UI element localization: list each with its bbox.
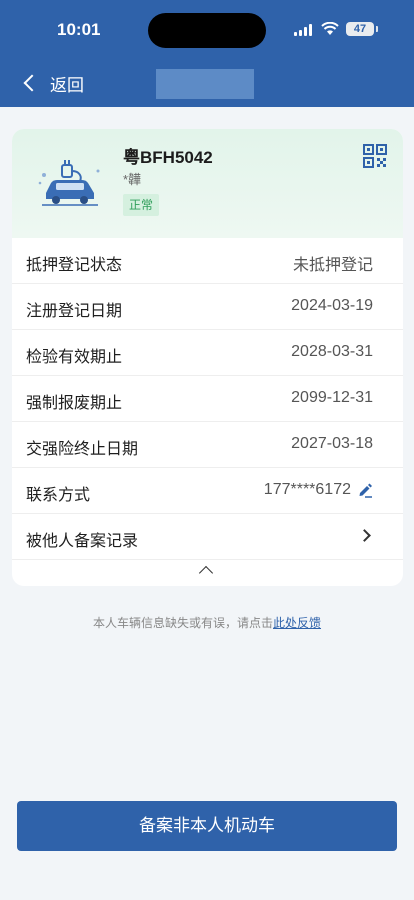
feedback-link[interactable]: 此处反馈 <box>273 616 321 630</box>
detail-value: 2099-12-31 <box>291 389 373 406</box>
feedback-note: 本人车辆信息缺失或有误，请点击此处反馈 <box>0 614 414 631</box>
car-illustration-icon <box>38 160 100 206</box>
detail-value: 2028-03-31 <box>291 343 373 360</box>
detail-value: 2027-03-18 <box>291 435 373 452</box>
back-chevron-icon <box>23 74 41 92</box>
detail-row-registration-date: 注册登记日期 2024-03-19 <box>12 284 403 330</box>
detail-row-records[interactable]: 被他人备案记录 <box>12 514 403 560</box>
detail-value: 2024-03-19 <box>291 297 373 314</box>
contact-phone: 177****6172 <box>263 481 351 498</box>
feedback-text: 本人车辆信息缺失或有误，请点击 <box>92 616 273 630</box>
wifi-icon <box>321 22 339 35</box>
vehicle-header: 粤BFH5042 *韡 正常 <box>12 129 403 238</box>
chevron-right-icon <box>358 529 371 542</box>
battery-icon: 47 <box>346 22 374 36</box>
nav-title-redacted <box>156 69 254 99</box>
detail-label: 被他人备案记录 <box>26 533 139 550</box>
status-bar: 10:01 47 <box>0 0 414 60</box>
plate-number: 粤BFH5042 <box>123 148 213 167</box>
vehicle-card: 粤BFH5042 *韡 正常 抵押登记状态 未抵押登记 注册登记日期 2024-… <box>12 129 403 586</box>
detail-row-mortgage: 抵押登记状态 未抵押登记 <box>12 238 403 284</box>
detail-row-inspection-expiry: 检验有效期止 2028-03-31 <box>12 330 403 376</box>
detail-row-insurance-expiry: 交强险终止日期 2027-03-18 <box>12 422 403 468</box>
detail-label: 强制报废期止 <box>26 395 123 412</box>
qr-code-icon[interactable] <box>363 144 387 168</box>
signal-icon <box>294 24 314 36</box>
chevron-up-icon[interactable] <box>198 565 214 581</box>
owner-name: *韡 <box>123 172 142 187</box>
battery-tip <box>376 26 378 32</box>
header: 10:01 47 返回 <box>0 0 414 107</box>
detail-row-scrap-deadline: 强制报废期止 2099-12-31 <box>12 376 403 422</box>
register-other-vehicle-button[interactable]: 备案非本人机动车 <box>17 801 397 851</box>
detail-row-contact[interactable]: 联系方式 177****6172 <box>12 468 403 514</box>
status-badge: 正常 <box>123 194 160 216</box>
status-time: 10:01 <box>57 20 101 39</box>
detail-label: 注册登记日期 <box>26 303 123 320</box>
nav-bar: 返回 <box>0 62 414 104</box>
back-button[interactable]: 返回 <box>22 70 84 96</box>
detail-label: 交强险终止日期 <box>26 441 139 458</box>
detail-label: 联系方式 <box>26 487 91 504</box>
detail-value: 未抵押登记 <box>292 257 373 274</box>
back-label: 返回 <box>50 75 84 95</box>
dynamic-island <box>148 13 266 48</box>
detail-label: 检验有效期止 <box>26 349 123 366</box>
edit-icon[interactable] <box>357 482 373 498</box>
detail-label: 抵押登记状态 <box>26 257 123 274</box>
